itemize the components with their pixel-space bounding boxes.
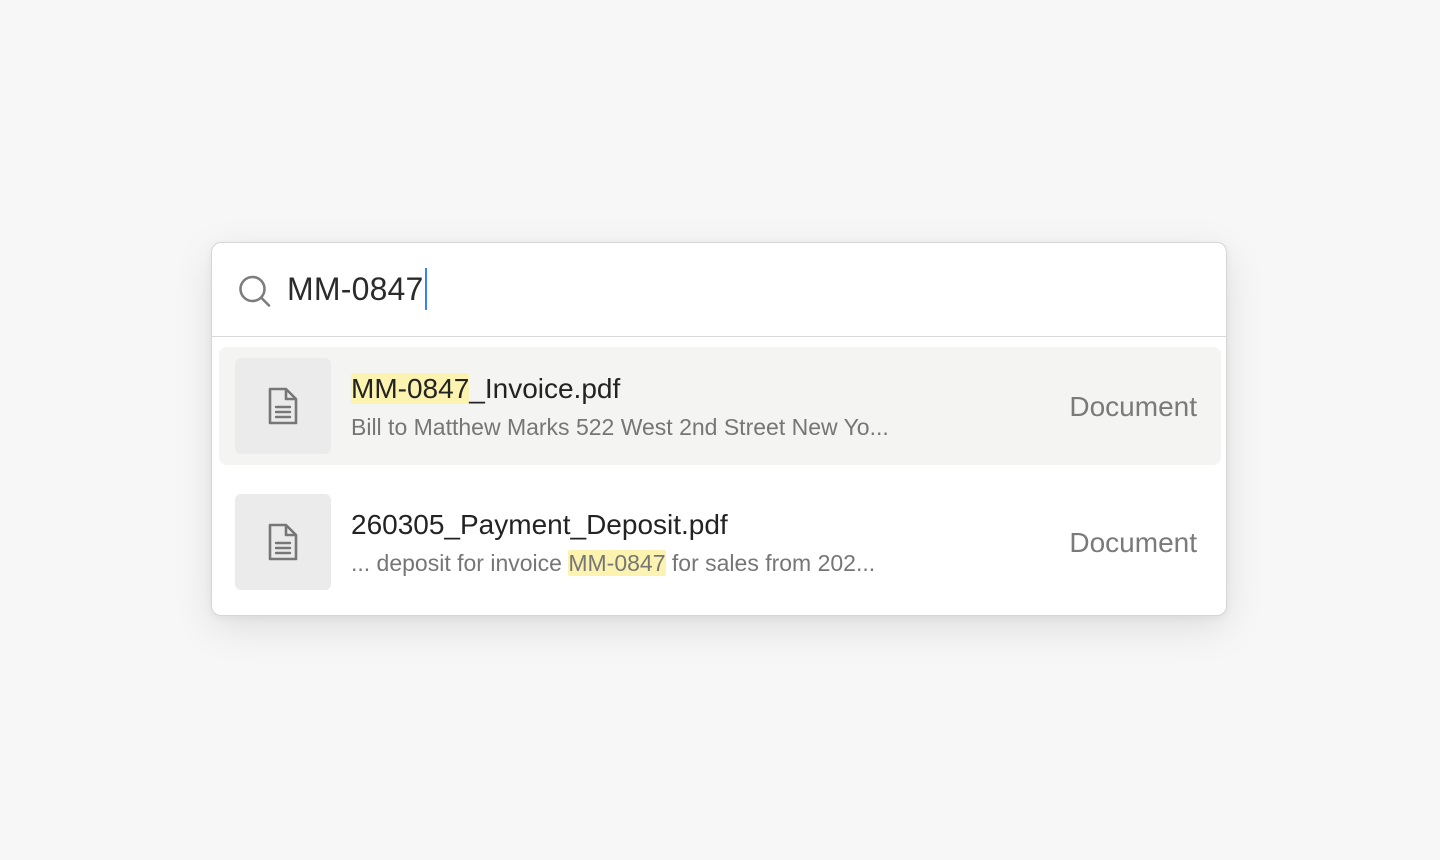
search-input[interactable]: MM-0847 (287, 267, 427, 311)
match-highlight: MM-0847 (351, 373, 470, 404)
search-bar[interactable]: MM-0847 (212, 243, 1226, 337)
title-rest: _Invoice.pdf (469, 373, 621, 404)
result-item-invoice[interactable]: MM-0847_Invoice.pdf Bill to Matthew Mark… (219, 347, 1221, 465)
match-highlight: MM-0847 (568, 550, 666, 576)
document-icon (268, 387, 298, 425)
result-item-payment-deposit[interactable]: 260305_Payment_Deposit.pdf ... deposit f… (219, 483, 1221, 601)
search-panel: MM-0847 MM-0847_Invoice.pdf Bill to Matt… (211, 242, 1227, 616)
document-icon (268, 523, 298, 561)
result-title: MM-0847_Invoice.pdf (351, 371, 620, 407)
result-thumbnail (235, 358, 331, 454)
snippet-after: for sales from 202... (665, 550, 876, 576)
search-query-text[interactable]: MM-0847 (287, 271, 424, 308)
search-icon (239, 275, 271, 307)
result-snippet: Bill to Matthew Marks 522 West 2nd Stree… (351, 414, 889, 440)
text-caret (424, 268, 427, 310)
result-type-label: Document (1069, 391, 1197, 422)
result-title: 260305_Payment_Deposit.pdf (351, 509, 728, 540)
result-thumbnail (235, 494, 331, 590)
result-type-label: Document (1069, 527, 1197, 558)
result-snippet: ... deposit for invoice MM-0847 for sale… (351, 547, 875, 579)
snippet-before: ... deposit for invoice (351, 550, 569, 576)
